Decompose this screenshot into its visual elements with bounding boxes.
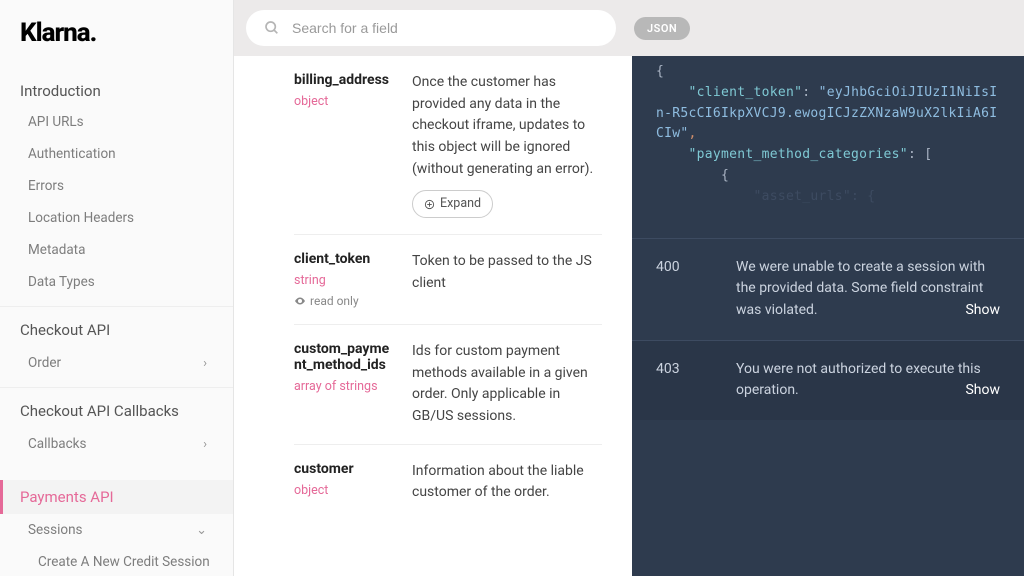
sidebar-item-label: Sessions [28,522,83,538]
sidebar-item-api-urls[interactable]: API URLs [0,106,233,138]
search-input-wrapper[interactable] [246,10,616,46]
search-icon [264,20,280,36]
expand-button[interactable]: Expand [412,190,493,217]
sidebar-item-sessions[interactable]: Sessions ⌄ [0,514,233,546]
sidebar-item-errors[interactable]: Errors [0,170,233,202]
field-row: billing_address object Once the customer… [294,56,602,235]
topbar: JSON [234,0,1024,56]
sidebar: Klarna. Introduction API URLs Authentica… [0,0,234,576]
search-input[interactable] [292,20,598,36]
chevron-right-icon: › [203,356,213,371]
sidebar-item-location-headers[interactable]: Location Headers [0,202,233,234]
chevron-down-icon: ⌄ [196,523,213,538]
show-link[interactable]: Show [965,380,1000,402]
json-button[interactable]: JSON [634,17,690,40]
field-name: client_token [294,251,396,267]
sidebar-item-authentication[interactable]: Authentication [0,138,233,170]
status-code: 400 [656,257,706,322]
field-type: object [294,94,396,109]
sidebar-item-label: Callbacks [28,436,87,452]
status-code: 403 [656,359,706,402]
field-row: customer object Information about the li… [294,445,602,520]
field-type: array of strings [294,379,396,394]
code-sample: { "client_token": "eyJhbGciOiJIUzI1NiIsI… [632,56,1024,238]
sidebar-item-order[interactable]: Order › [0,347,233,379]
status-message: You were not authorized to execute this … [736,361,981,399]
sidebar-section-introduction[interactable]: Introduction [0,76,233,106]
field-row: client_token string read only Token to b… [294,235,602,325]
main-content: billing_address object Once the customer… [234,0,1024,576]
brand-logo: Klarna. [0,18,233,76]
field-description: Once the customer has provided any data … [412,74,593,177]
sidebar-item-create-session[interactable]: Create A New Credit Session [0,546,233,576]
expand-icon [424,199,435,210]
sidebar-category-payments-api[interactable]: Payments API [0,480,233,514]
field-type: string [294,273,396,288]
field-name: billing_address [294,72,396,88]
fields-column: billing_address object Once the customer… [234,56,632,576]
field-description: Token to be passed to the JS client [412,251,602,308]
show-link[interactable]: Show [965,300,1000,322]
field-description: Ids for custom payment methods available… [412,341,602,428]
example-column: { "client_token": "eyJhbGciOiJIUzI1NiIsI… [632,56,1024,576]
field-row: custom_payment_method_ids array of strin… [294,325,602,445]
status-row: 403 You were not authorized to execute t… [632,340,1024,420]
field-description: Information about the liable customer of… [412,461,602,504]
chevron-right-icon: › [203,437,213,452]
sidebar-item-callbacks[interactable]: Callbacks › [0,428,233,460]
field-name: customer [294,461,396,477]
field-type: object [294,483,396,498]
sidebar-item-metadata[interactable]: Metadata [0,234,233,266]
status-message: We were unable to create a session with … [736,259,985,318]
sidebar-item-label: Order [28,355,61,371]
expand-label: Expand [440,194,481,213]
sidebar-category-checkout-callbacks[interactable]: Checkout API Callbacks [0,387,233,428]
field-name: custom_payment_method_ids [294,341,396,373]
sidebar-item-data-types[interactable]: Data Types [0,266,233,298]
sidebar-category-checkout-api[interactable]: Checkout API [0,306,233,347]
eye-icon [294,295,306,307]
field-readonly: read only [294,294,396,308]
status-row: 400 We were unable to create a session w… [632,238,1024,340]
